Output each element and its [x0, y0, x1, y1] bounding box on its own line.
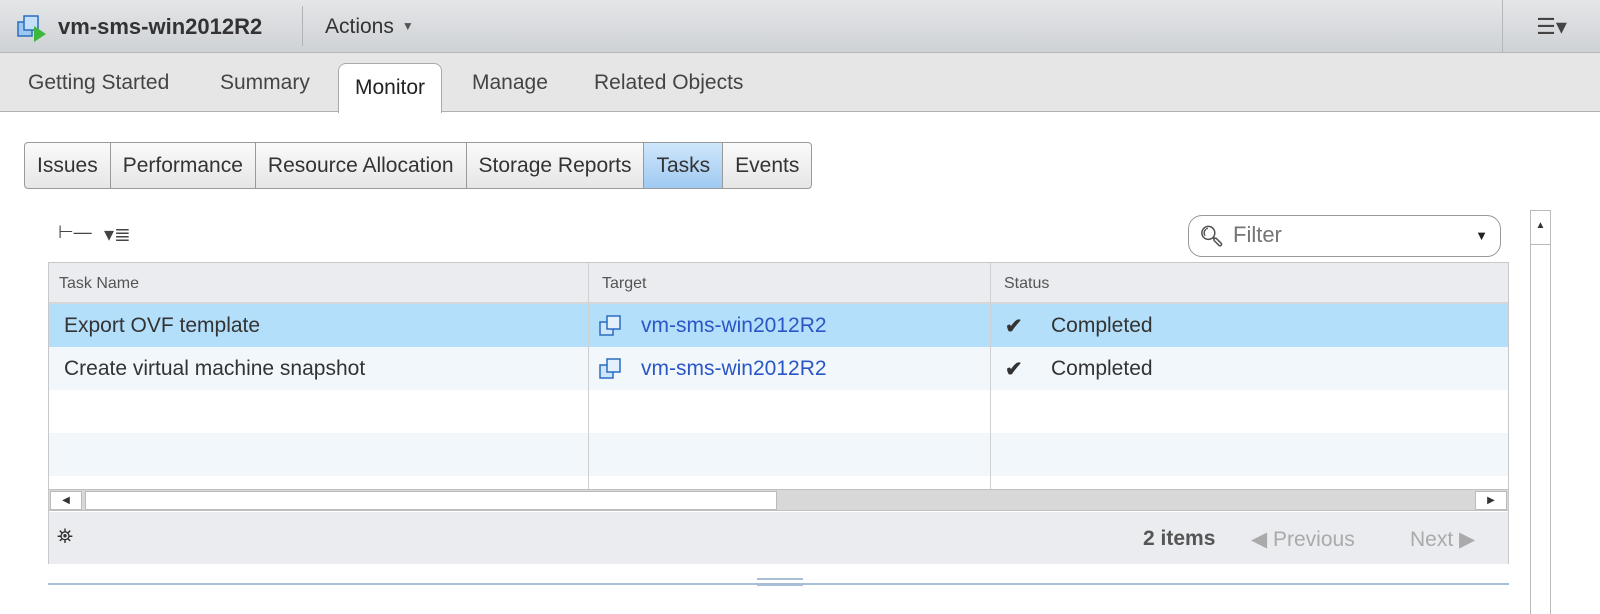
filter-input-box[interactable]: 🔍︎ ▼ [1188, 215, 1501, 257]
target-link[interactable]: vm-sms-win2012R2 [641, 314, 827, 338]
binoculars-icon[interactable]: ⛯ [57, 526, 73, 549]
chevron-down-icon: ▼ [401, 19, 414, 33]
vm-icon [599, 358, 621, 379]
scroll-left-icon[interactable]: ◀ [50, 491, 82, 510]
subtab-events[interactable]: Events [723, 143, 811, 188]
column-list-icon[interactable]: ▾≣ [104, 222, 131, 247]
main-tabs: Getting Started Summary Monitor Manage R… [0, 53, 1600, 113]
task-name: Export OVF template [64, 314, 261, 337]
table-row[interactable]: Export OVF template vm-sms-win2012R2 ✔ C… [49, 304, 1508, 347]
search-icon: 🔍︎ [1199, 226, 1225, 248]
tab-getting-started[interactable]: Getting Started [28, 71, 169, 95]
task-name: Create virtual machine snapshot [64, 357, 366, 380]
next-button[interactable]: Next ▶ [1410, 527, 1475, 552]
empty-row [49, 390, 1508, 433]
check-icon: ✔ [1005, 358, 1023, 381]
previous-label: Previous [1272, 528, 1355, 551]
empty-row [49, 433, 1508, 476]
column-header-status[interactable]: Status [1004, 275, 1049, 293]
item-count: 2 items [1143, 527, 1216, 550]
tab-monitor[interactable]: Monitor [338, 63, 443, 113]
column-header-task-name[interactable]: Task Name [59, 275, 139, 293]
status-text: Completed [1051, 314, 1153, 337]
vm-icon [17, 15, 46, 42]
collapse-icon[interactable]: ⊢— [58, 222, 92, 243]
menu-icon[interactable]: ☰▾ [1502, 0, 1600, 53]
arrow-right-icon: ▶ [1459, 528, 1476, 551]
arrow-left-icon: ◀ [1251, 528, 1273, 551]
subtab-storage-reports[interactable]: Storage Reports [467, 143, 645, 188]
table-row[interactable]: Create virtual machine snapshot vm-sms-w… [49, 347, 1508, 390]
monitor-subtabs: Issues Performance Resource Allocation S… [24, 142, 813, 189]
table-header: Task Name Target Status [49, 263, 1508, 304]
subtab-performance[interactable]: Performance [111, 143, 256, 188]
table-footer: ⛯ 2 items ◀ Previous Next ▶ [49, 512, 1508, 564]
subtab-issues[interactable]: Issues [25, 143, 111, 188]
status-text: Completed [1051, 357, 1153, 380]
target-link[interactable]: vm-sms-win2012R2 [641, 357, 827, 381]
object-title: vm-sms-win2012R2 [58, 14, 263, 39]
scrollbar-thumb[interactable] [85, 491, 777, 510]
check-icon: ✔ [1005, 315, 1023, 338]
tab-summary[interactable]: Summary [220, 71, 310, 95]
previous-button[interactable]: ◀ Previous [1251, 527, 1355, 552]
chevron-down-icon[interactable]: ▼ [1475, 228, 1488, 243]
subtab-resource-allocation[interactable]: Resource Allocation [256, 143, 467, 188]
scroll-up-icon[interactable]: ▲ [1531, 211, 1550, 245]
horizontal-scrollbar[interactable]: ◀ ▶ [49, 489, 1508, 511]
actions-label: Actions [325, 15, 394, 38]
tab-related-objects[interactable]: Related Objects [594, 71, 743, 95]
splitter-grip[interactable] [757, 578, 803, 586]
column-divider [588, 263, 589, 489]
vertical-scrollbar[interactable]: ▲ [1530, 210, 1551, 614]
scroll-right-icon[interactable]: ▶ [1475, 491, 1507, 510]
column-divider [990, 263, 991, 489]
object-header: vm-sms-win2012R2 Actions ▼ ☰▾ [0, 0, 1600, 53]
filter-input[interactable] [1233, 222, 1453, 248]
next-label: Next [1410, 528, 1454, 551]
column-header-target[interactable]: Target [602, 275, 646, 293]
tasks-table: Task Name Target Status Export OVF templ… [48, 262, 1509, 564]
vm-icon [599, 315, 621, 336]
divider [302, 6, 303, 46]
tab-manage[interactable]: Manage [472, 71, 548, 95]
actions-menu[interactable]: Actions ▼ [325, 15, 414, 39]
subtab-tasks[interactable]: Tasks [644, 143, 724, 188]
